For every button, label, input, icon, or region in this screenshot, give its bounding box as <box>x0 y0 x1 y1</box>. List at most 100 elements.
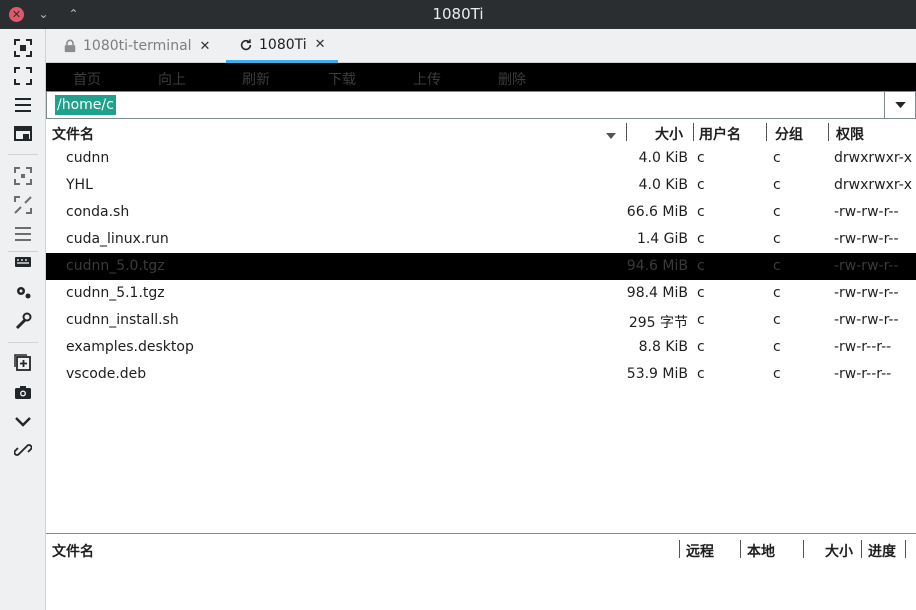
lock-icon <box>62 38 78 54</box>
window-icon[interactable] <box>12 123 33 144</box>
path-input[interactable]: /home/c <box>46 91 916 119</box>
file-group: c <box>773 339 781 355</box>
file-group: c <box>773 177 781 193</box>
file-row[interactable]: cudnn 4.0 KiB c c drwxrwxr-x <box>46 145 916 172</box>
file-size: 4.0 KiB <box>638 150 688 166</box>
file-permissions: -rw-rw-r-- <box>834 312 899 328</box>
file-user: c <box>697 285 705 301</box>
file-user: c <box>697 150 705 166</box>
unlink-icon[interactable] <box>12 439 33 460</box>
file-group: c <box>773 204 781 220</box>
refresh-icon <box>238 37 254 53</box>
focus-frame-icon[interactable] <box>12 37 33 58</box>
file-size: 66.6 MiB <box>626 204 688 220</box>
file-permissions: -rw-rw-r-- <box>834 258 899 274</box>
file-user: c <box>697 339 705 355</box>
file-user: c <box>697 312 705 328</box>
transfer-column-local[interactable]: 本地 <box>747 541 775 561</box>
file-name: YHL <box>66 177 93 193</box>
tab-bar: 1080ti-terminal ✕ 1080Ti ✕ <box>46 29 916 63</box>
file-name: vscode.deb <box>66 366 147 382</box>
settings-gears-icon[interactable] <box>12 281 33 302</box>
keyboard-icon[interactable] <box>12 251 33 272</box>
file-permissions: drwxrwxr-x <box>834 177 913 193</box>
file-row[interactable]: YHL 4.0 KiB c c drwxrwxr-x <box>46 172 916 199</box>
file-toolbar: 首页 向上 刷新 下载 上传 删除 <box>46 63 916 91</box>
tab-label: 1080ti-terminal <box>83 38 192 54</box>
column-header-user[interactable]: 用户名 <box>699 124 741 144</box>
tab-label: 1080Ti <box>259 36 307 53</box>
file-size: 4.0 KiB <box>638 177 688 193</box>
refresh-button[interactable]: 刷新 <box>242 69 270 89</box>
file-row[interactable]: cudnn_5.1.tgz 98.4 MiB c c -rw-rw-r-- <box>46 280 916 307</box>
file-permissions: drwxrwxr-x <box>834 150 913 166</box>
file-name: cudnn <box>66 150 110 166</box>
new-tab-icon[interactable] <box>12 352 33 373</box>
file-list: cudnn 4.0 KiB c c drwxrwxr-x YHL 4.0 KiB c c drwx… <box>46 145 916 533</box>
file-size: 295 字节 <box>628 315 688 331</box>
file-size: 8.8 KiB <box>638 339 688 355</box>
title-bar: ✕ ⌄ ⌃ 1080Ti <box>0 0 916 29</box>
camera-icon[interactable] <box>12 381 33 402</box>
file-group: c <box>773 258 781 274</box>
file-permissions: -rw-rw-r-- <box>834 285 899 301</box>
file-size: 94.6 MiB <box>626 258 688 274</box>
fullscreen-icon[interactable] <box>12 65 33 86</box>
download-button[interactable]: 下载 <box>328 69 356 89</box>
file-user: c <box>697 258 705 274</box>
file-permissions: -rw-rw-r-- <box>834 231 899 247</box>
file-row[interactable]: conda.sh 66.6 MiB c c -rw-rw-r-- <box>46 199 916 226</box>
file-permissions: -rw-rw-r-- <box>834 204 899 220</box>
upload-button[interactable]: 上传 <box>413 69 441 89</box>
tab-1080ti-terminal[interactable]: 1080ti-terminal ✕ <box>62 29 226 63</box>
transfer-list <box>46 561 916 610</box>
file-name: cuda_linux.run <box>66 231 169 247</box>
path-value[interactable]: /home/c <box>55 95 116 115</box>
delete-button[interactable]: 删除 <box>498 69 526 89</box>
file-row[interactable]: cuda_linux.run 1.4 GiB c c -rw-rw-r-- <box>46 226 916 253</box>
column-header-group[interactable]: 分组 <box>775 124 803 144</box>
tab-1080ti[interactable]: 1080Ti ✕ <box>226 29 338 63</box>
file-size: 98.4 MiB <box>626 285 688 301</box>
up-button[interactable]: 向上 <box>158 69 186 89</box>
file-permissions: -rw-r--r-- <box>834 366 892 382</box>
file-user: c <box>697 366 705 382</box>
file-user: c <box>697 177 705 193</box>
column-header-permissions[interactable]: 权限 <box>836 124 864 144</box>
close-tab-icon[interactable]: ✕ <box>200 39 211 54</box>
file-group: c <box>773 285 781 301</box>
column-header-size[interactable]: 大小 <box>655 124 683 144</box>
wrench-icon[interactable] <box>12 310 33 331</box>
file-row[interactable]: vscode.deb 53.9 MiB c c -rw-r--r-- <box>46 361 916 388</box>
resize-icon[interactable] <box>12 194 33 215</box>
path-dropdown-button[interactable] <box>884 92 915 118</box>
file-name: cudnn_5.0.tgz <box>66 258 165 274</box>
file-row[interactable]: cudnn_5.0.tgz 94.6 MiB c c -rw-rw-r-- <box>46 253 916 280</box>
list-icon[interactable] <box>12 223 33 244</box>
file-list-header: 文件名 大小 用户名 分组 权限 <box>46 119 916 145</box>
screenshot-region-icon[interactable] <box>12 165 33 186</box>
file-name: cudnn_install.sh <box>66 312 179 328</box>
file-group: c <box>773 312 781 328</box>
file-row[interactable]: examples.desktop 8.8 KiB c c -rw-r--r-- <box>46 334 916 361</box>
sort-arrow-icon[interactable] <box>606 127 616 143</box>
file-size: 1.4 GiB <box>636 231 688 247</box>
home-button[interactable]: 首页 <box>73 69 101 89</box>
chevron-down-icon <box>894 101 906 108</box>
transfer-column-name[interactable]: 文件名 <box>52 541 94 561</box>
file-name: conda.sh <box>66 204 130 220</box>
left-toolbar <box>0 29 46 610</box>
transfer-column-progress[interactable]: 进度 <box>868 541 896 561</box>
window-title: 1080Ti <box>432 5 484 23</box>
file-permissions: -rw-r--r-- <box>834 339 892 355</box>
chevron-down-icon[interactable] <box>12 410 33 431</box>
menu-icon[interactable] <box>12 94 33 115</box>
file-size: 53.9 MiB <box>626 366 688 382</box>
column-header-name[interactable]: 文件名 <box>52 124 94 144</box>
transfer-column-remote[interactable]: 远程 <box>686 541 714 561</box>
file-user: c <box>697 204 705 220</box>
transfer-column-size[interactable]: 大小 <box>825 541 853 561</box>
file-row[interactable]: cudnn_install.sh 295 字节 c c -rw-rw-r-- <box>46 307 916 334</box>
transfer-header: 文件名 远程 本地 大小 进度 <box>46 533 916 561</box>
close-tab-icon[interactable]: ✕ <box>315 37 326 52</box>
